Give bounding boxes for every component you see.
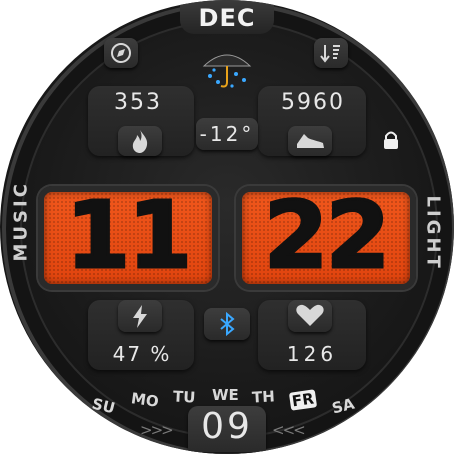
weekday-th: TH xyxy=(251,387,276,407)
weather-widget[interactable] xyxy=(196,44,258,94)
weekday-we: WE xyxy=(212,386,239,404)
weekday-tu: TU xyxy=(172,387,196,407)
bluetooth-button[interactable] xyxy=(204,308,250,340)
weekday-sa: SA xyxy=(330,394,357,418)
date-value: 09 xyxy=(201,406,253,447)
minutes-value: 22 xyxy=(262,182,391,289)
music-button[interactable]: MUSIC xyxy=(11,181,32,261)
battery-value: 47 % xyxy=(112,342,172,366)
weekday-fr: FR xyxy=(288,389,317,411)
battery-chip xyxy=(118,300,162,332)
bolt-icon xyxy=(133,305,147,328)
compass-icon xyxy=(111,43,131,63)
sort-icon xyxy=(320,45,340,63)
temperature-value: -12° xyxy=(199,122,255,146)
flame-icon xyxy=(132,130,148,153)
hours-value: 11 xyxy=(64,182,193,289)
watch-face: DEC 353 5960 -12° MUSIC LIGHT 11 22 47 %… xyxy=(0,0,454,454)
umbrella-rain-icon xyxy=(202,54,252,88)
lock-button[interactable] xyxy=(380,130,402,150)
chevron-right-icon: >>> xyxy=(140,421,174,439)
chevron-left-icon: <<< xyxy=(272,421,306,439)
steps-value: 5960 xyxy=(281,90,345,115)
steps-chip xyxy=(288,126,332,156)
calories-chip xyxy=(118,126,162,156)
light-button[interactable]: LIGHT xyxy=(423,196,444,271)
heart-rate-value: 126 xyxy=(286,342,338,366)
month-label: DEC xyxy=(198,4,256,32)
heart-icon xyxy=(296,304,324,326)
calories-value: 353 xyxy=(114,90,162,115)
bluetooth-icon xyxy=(220,311,235,337)
lock-icon xyxy=(384,131,398,149)
sort-button[interactable] xyxy=(314,38,348,68)
weekday-su: SU xyxy=(90,394,117,418)
compass-button[interactable] xyxy=(104,38,138,68)
heart-rate-chip xyxy=(288,300,332,332)
weekday-mo: MO xyxy=(129,389,160,411)
shoe-icon xyxy=(297,134,324,148)
